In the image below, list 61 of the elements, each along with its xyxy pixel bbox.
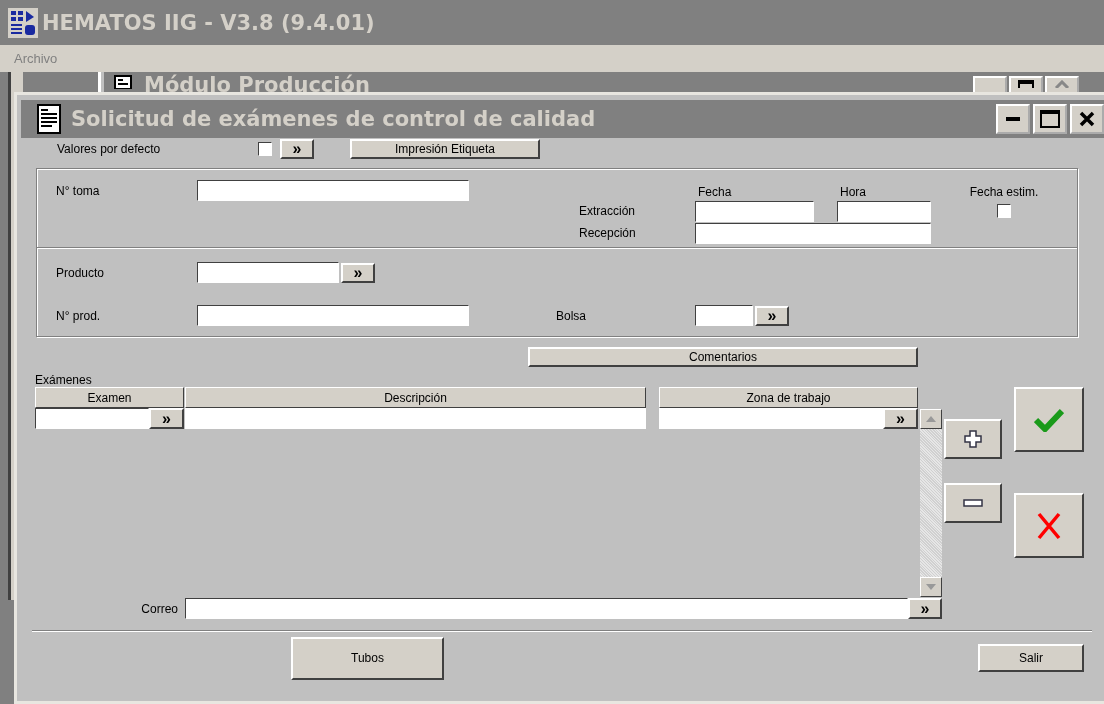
column-header: Descripción — [185, 387, 646, 408]
window-title: Módulo Producción — [144, 74, 370, 96]
scroll-up-button[interactable] — [920, 409, 942, 429]
table-cell-input[interactable] — [35, 408, 149, 429]
remove-button[interactable] — [944, 483, 1002, 523]
close-button[interactable] — [1070, 104, 1104, 134]
date-field[interactable] — [695, 201, 814, 222]
section-label: Exámenes — [35, 373, 93, 387]
input-field[interactable] — [695, 305, 753, 326]
scrollbar[interactable] — [920, 409, 942, 597]
cancel-button[interactable] — [1014, 493, 1084, 558]
dialog-title: Solicitud de exámenes de control de calidad — [71, 107, 596, 131]
app-title: HEMATOS IIG - V3.8 (9.4.01) — [42, 10, 375, 35]
lookup-button[interactable]: » — [883, 408, 918, 429]
lookup-button[interactable]: » — [755, 305, 789, 326]
document-icon — [114, 75, 132, 89]
maximize-icon — [1018, 80, 1034, 88]
input-field[interactable] — [197, 305, 469, 326]
checkbox[interactable] — [258, 142, 272, 156]
lookup-button[interactable]: » — [341, 262, 375, 283]
lookup-button[interactable]: » — [149, 408, 184, 429]
lookup-button[interactable]: » — [908, 598, 942, 619]
column-label: Hora — [839, 184, 867, 201]
scroll-down-button[interactable] — [920, 577, 942, 597]
column-label: Fecha — [697, 184, 733, 201]
field-label: Extracción — [579, 203, 637, 220]
field-label: Producto — [56, 264, 106, 282]
column-header: Examen — [35, 387, 184, 408]
column-header: Zona de trabajo — [659, 387, 918, 408]
maximize-button[interactable] — [1033, 104, 1067, 134]
field-label: Correo — [140, 601, 178, 616]
minimize-button[interactable] — [996, 104, 1030, 134]
comments-button[interactable]: Comentarios — [528, 347, 918, 367]
date-field[interactable] — [695, 223, 931, 244]
field-label: N° prod. — [56, 307, 102, 325]
field-label: Fecha estim. — [968, 184, 1040, 201]
time-field[interactable] — [837, 201, 931, 222]
lookup-button[interactable]: » — [280, 139, 314, 159]
checkmark-icon — [1034, 407, 1064, 432]
field-label: Valores por defecto — [57, 142, 162, 156]
maximize-icon — [1040, 110, 1060, 128]
checkbox[interactable] — [997, 204, 1011, 218]
document-icon — [37, 104, 61, 134]
input-field[interactable] — [197, 180, 469, 201]
tubes-button[interactable]: Tubos — [291, 636, 444, 680]
field-label: N° toma — [56, 182, 101, 200]
down-arrow-icon — [926, 584, 936, 590]
app-icon — [8, 7, 38, 38]
add-button[interactable] — [944, 419, 1002, 459]
up-arrow-icon — [926, 416, 936, 422]
minimize-icon — [1006, 117, 1020, 121]
minus-icon — [963, 499, 983, 507]
x-icon — [1036, 511, 1062, 540]
email-field[interactable] — [185, 598, 908, 619]
print-label-button[interactable]: Impresión Etiqueta — [350, 139, 540, 159]
accept-button[interactable] — [1014, 387, 1084, 452]
field-label: Recepción — [579, 225, 637, 242]
input-field[interactable] — [197, 262, 339, 283]
exit-button[interactable]: Salir — [978, 644, 1084, 672]
plus-icon — [964, 430, 982, 448]
field-label: Bolsa — [555, 307, 588, 325]
